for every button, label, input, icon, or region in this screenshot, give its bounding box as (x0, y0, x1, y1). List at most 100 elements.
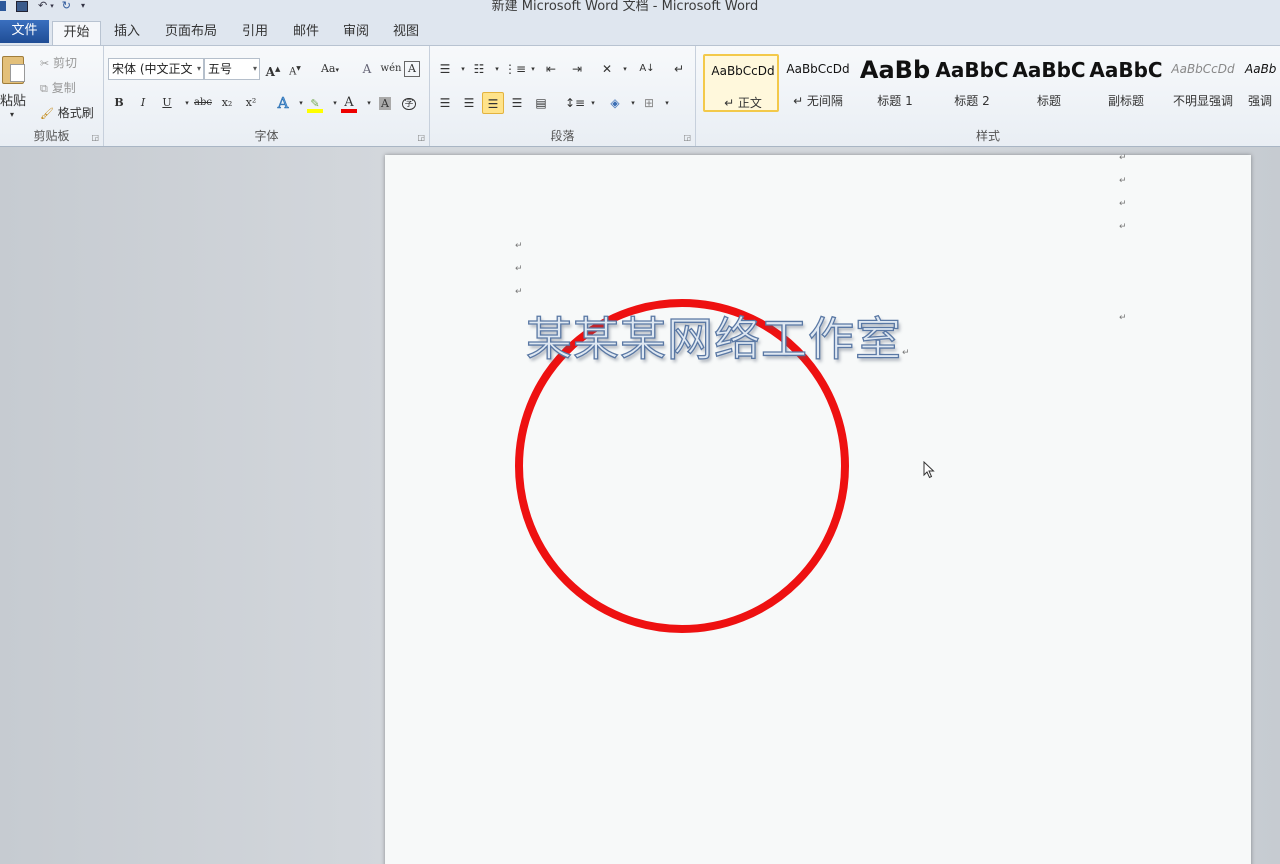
paragraph-mark: ↵ (1119, 176, 1127, 186)
paste-button[interactable]: 粘贴 ▾ (0, 54, 28, 134)
increase-indent-button[interactable]: ⇥ (566, 58, 588, 80)
underline-button[interactable]: U (156, 92, 178, 114)
style-name: 标题 (1036, 94, 1061, 108)
align-center-icon: ☰ (463, 96, 475, 110)
subscript-button[interactable]: x₂ (216, 92, 238, 114)
character-shading-button[interactable]: A (374, 92, 396, 114)
borders-dropdown-icon[interactable]: ▾ (656, 92, 678, 114)
copy-button[interactable]: ⧉ 复制 (40, 79, 76, 96)
font-size-combo[interactable]: 五号 ▾ (204, 58, 260, 80)
styles-group-label: 样式 (975, 129, 1000, 143)
cut-label: 剪切 (53, 56, 78, 70)
tab-mailings[interactable]: 邮件 (283, 21, 329, 45)
clipboard-icon (2, 56, 25, 84)
paragraph-mark: ↵ (902, 348, 911, 358)
style-name: 副标题 (1107, 94, 1144, 108)
tab-references[interactable]: 引用 (232, 21, 278, 45)
phonetic-guide-icon: wén (380, 63, 402, 74)
highlight-color-swatch (307, 109, 323, 113)
increase-indent-icon: ⇥ (571, 62, 583, 76)
paragraph-mark: ↵ (515, 264, 523, 274)
grow-font-button[interactable]: A▲ (262, 58, 284, 80)
change-case-button[interactable]: Aa▾ (316, 58, 344, 80)
tab-view[interactable]: 视图 (383, 21, 429, 45)
style-name: ↵ 无间隔 (793, 94, 843, 108)
distributed-icon: ▤ (535, 96, 547, 110)
copy-icon: ⧉ (40, 82, 48, 95)
paragraph-mark: ↵ (515, 287, 523, 297)
clipboard-group-label: 剪贴板 (33, 129, 70, 143)
paste-dropdown-icon[interactable]: ▾ (10, 110, 14, 119)
grow-font-icon: A (265, 65, 275, 79)
cut-button[interactable]: ✂ 剪切 (40, 54, 77, 71)
align-left-icon: ☰ (439, 96, 451, 110)
align-center-button[interactable]: ☰ (458, 92, 480, 114)
paragraph-launcher-icon[interactable]: ◲ (683, 133, 691, 142)
clipboard-launcher-icon[interactable]: ◲ (91, 133, 99, 142)
superscript-icon: x² (245, 96, 257, 109)
style-title[interactable]: AaBbC 标题 (1011, 54, 1087, 112)
style-sample: AaBb (1245, 62, 1277, 76)
phonetic-guide-button[interactable]: wén (380, 58, 402, 80)
style-emphasis[interactable]: AaBb 强调 (1242, 54, 1280, 112)
sort-button[interactable]: A↓ (636, 58, 658, 80)
font-name-combo[interactable]: 宋体 (中文正文 ▾ (108, 58, 204, 80)
underline-icon: U (162, 96, 172, 109)
style-subtle-emphasis[interactable]: AaBbCcDd 不明显强调 (1165, 54, 1241, 112)
enclose-characters-button[interactable]: 字 (398, 92, 420, 114)
style-heading-1[interactable]: AaBb 标题 1 (857, 54, 933, 112)
show-marks-button[interactable]: ↵ (668, 58, 690, 80)
strikethrough-button[interactable]: abc (192, 92, 214, 114)
font-color-button[interactable]: A (338, 92, 360, 114)
tab-file[interactable]: 文件 (0, 20, 49, 43)
copy-label: 复制 (51, 81, 76, 95)
tab-home[interactable]: 开始 (52, 21, 101, 45)
decrease-indent-icon: ⇤ (545, 62, 557, 76)
pilcrow-icon: ↵ (673, 62, 685, 76)
style-heading-2[interactable]: AaBbC 标题 2 (934, 54, 1010, 112)
chinese-layout-dropdown-icon[interactable]: ▾ (614, 58, 636, 80)
style-name: 不明显强调 (1172, 94, 1233, 108)
font-launcher-icon[interactable]: ◲ (417, 133, 425, 142)
font-group: 宋体 (中文正文 ▾ 五号 ▾ A▲ A▼ Aa▾ A wén A B I U … (104, 46, 430, 146)
strikethrough-icon: abc (194, 97, 212, 108)
character-border-button[interactable]: A (404, 61, 420, 77)
style-subtitle[interactable]: AaBbC 副标题 (1088, 54, 1164, 112)
align-left-button[interactable]: ☰ (434, 92, 456, 114)
decrease-indent-button[interactable]: ⇤ (540, 58, 562, 80)
justify-button[interactable]: ☰ (506, 92, 528, 114)
chinese-layout-icon: ✕ (601, 62, 613, 76)
distributed-button[interactable]: ▤ (530, 92, 552, 114)
italic-button[interactable]: I (132, 92, 154, 114)
shrink-font-button[interactable]: A▼ (284, 58, 306, 80)
paragraph-mark: ↵ (1119, 199, 1127, 209)
tab-review[interactable]: 审阅 (333, 21, 379, 45)
enclose-characters-icon: 字 (402, 98, 416, 110)
ribbon-tabs: 文件 开始 插入 页面布局 引用 邮件 审阅 视图 (0, 18, 1280, 45)
character-border-icon: A (408, 62, 416, 75)
style-name: 标题 1 (877, 94, 913, 108)
document-page[interactable]: ↵ ↵ ↵ ↵ ↵ ↵ ↵ ↵ 某某某网络工作室↵ (385, 153, 1251, 864)
align-right-button[interactable]: ☰ (482, 92, 504, 114)
highlight-button[interactable]: ✎ (304, 92, 326, 114)
superscript-button[interactable]: x² (240, 92, 262, 114)
bold-button[interactable]: B (108, 92, 130, 114)
tab-page-layout[interactable]: 页面布局 (156, 21, 226, 45)
format-painter-button[interactable]: 🖌 格式刷 (40, 104, 94, 121)
line-spacing-dropdown-icon[interactable]: ▾ (582, 92, 604, 114)
window-title: 新建 Microsoft Word 文档 - Microsoft Word (491, 0, 759, 14)
style-name: 标题 2 (954, 94, 990, 108)
style-sample: AaBbCcDd (1171, 62, 1235, 76)
bullet-list-icon: ☰ (439, 62, 451, 76)
numbered-list-icon: ☷ (473, 62, 485, 76)
style-no-spacing[interactable]: AaBbCcDd ↵ 无间隔 (780, 54, 856, 112)
paste-label: 粘贴 (0, 94, 27, 109)
style-normal[interactable]: AaBbCcDd ↵ 正文 (703, 54, 779, 112)
clear-formatting-button[interactable]: A (356, 58, 378, 80)
wordart-text[interactable]: 某某某网络工作室↵ (525, 303, 911, 369)
tab-insert[interactable]: 插入 (104, 21, 150, 45)
font-color-icon: A (344, 95, 354, 110)
text-effects-icon: A (277, 94, 289, 113)
document-workspace[interactable]: ↵ ↵ ↵ ↵ ↵ ↵ ↵ ↵ 某某某网络工作室↵ (0, 147, 1280, 864)
paragraph-mark: ↵ (515, 241, 523, 251)
